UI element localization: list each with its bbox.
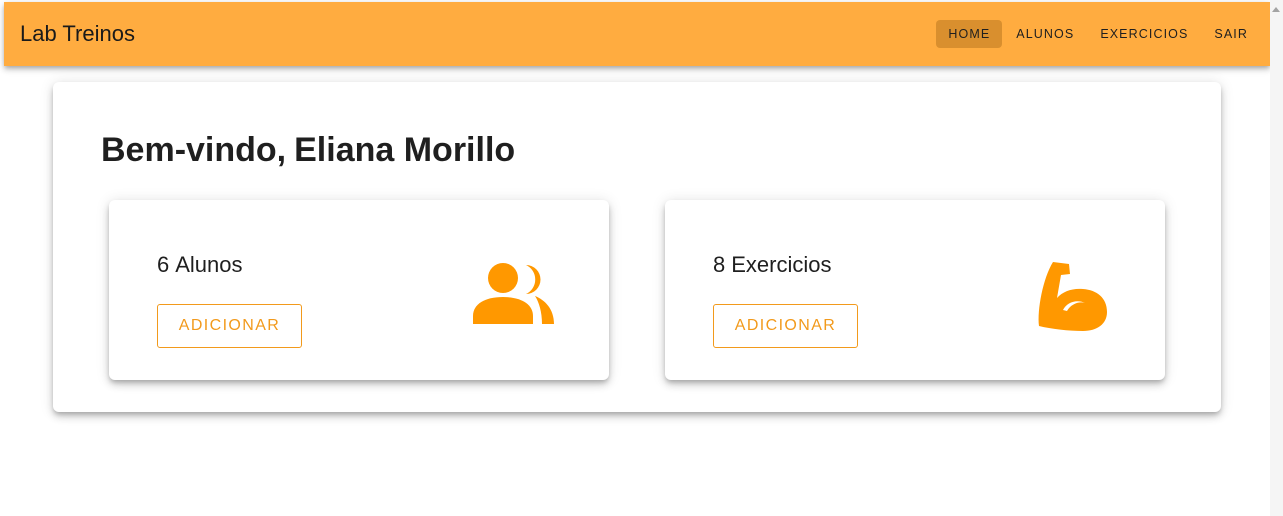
nav-home-button[interactable]: HOME xyxy=(936,20,1003,48)
exercicios-label: Exercicios xyxy=(731,252,832,277)
scroll-up-arrow-icon[interactable] xyxy=(1272,7,1280,12)
add-exercicio-button[interactable]: ADICIONAR xyxy=(713,304,858,348)
alunos-card: 6 Alunos ADICIONAR xyxy=(109,200,609,380)
welcome-greeting: Bem-vindo, xyxy=(101,131,287,169)
page: Lab Treinos HOME ALUNOS EXERCICIOS SAIR … xyxy=(0,0,1283,516)
alunos-count: 6 xyxy=(157,252,170,277)
exercicios-card: 8 Exercicios ADICIONAR xyxy=(665,200,1165,380)
alunos-label: Alunos xyxy=(175,252,243,277)
vertical-scrollbar[interactable] xyxy=(1270,0,1283,516)
group-icon xyxy=(473,263,554,324)
alunos-count-title: 6 Alunos xyxy=(157,252,243,278)
welcome-heading: Bem-vindo, Eliana Morillo xyxy=(101,130,515,170)
welcome-user-name: Eliana Morillo xyxy=(294,131,516,169)
dashboard-card: Bem-vindo, Eliana Morillo 6 Alunos ADICION… xyxy=(53,82,1221,412)
top-nav: HOME ALUNOS EXERCICIOS SAIR xyxy=(936,20,1260,48)
app-title: Lab Treinos xyxy=(20,21,135,46)
exercicios-count-title: 8 Exercicios xyxy=(713,252,832,278)
app-bar: Lab Treinos HOME ALUNOS EXERCICIOS SAIR xyxy=(4,2,1270,66)
nav-alunos-button[interactable]: ALUNOS xyxy=(1004,20,1086,48)
nav-sair-button[interactable]: SAIR xyxy=(1202,20,1260,48)
exercicios-count: 8 xyxy=(713,252,726,277)
nav-exercicios-button[interactable]: EXERCICIOS xyxy=(1088,20,1200,48)
add-aluno-button[interactable]: ADICIONAR xyxy=(157,304,302,348)
flexed-bicep-icon xyxy=(1038,262,1107,331)
